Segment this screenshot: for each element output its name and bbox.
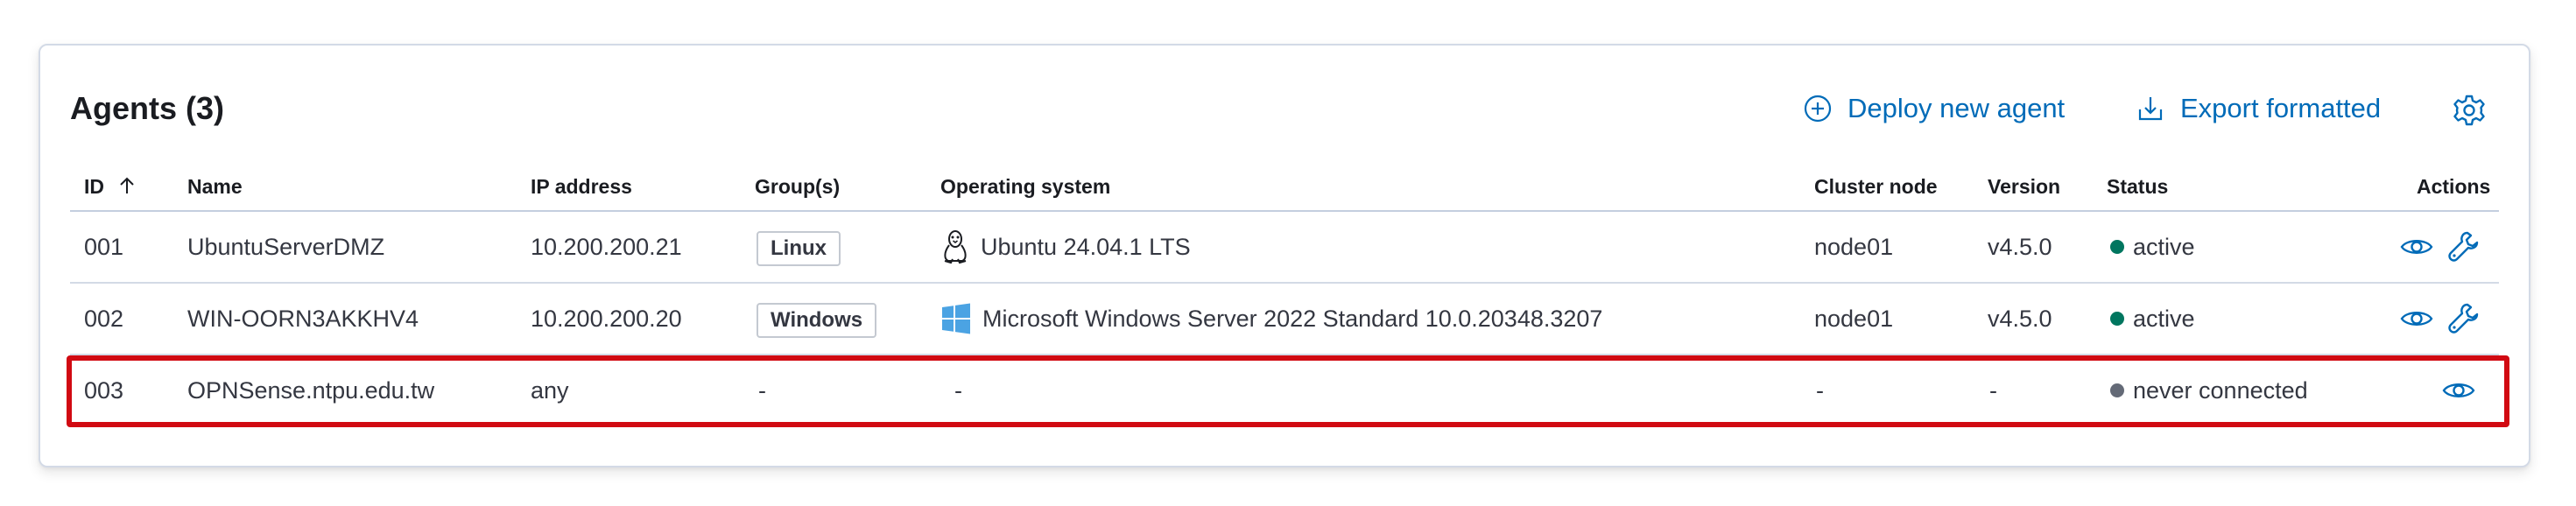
agent-id: 002 xyxy=(84,306,124,332)
agent-name: OPNSense.ntpu.edu.tw xyxy=(187,377,435,404)
status-label: active xyxy=(2133,234,2195,260)
plus-circle-icon xyxy=(1804,95,1832,123)
cluster-node: node01 xyxy=(1814,234,1894,260)
page-title: Agents (3) xyxy=(70,90,225,126)
os-name: - xyxy=(954,377,962,404)
column-header-os[interactable]: Operating system xyxy=(940,163,1110,210)
status-dot xyxy=(2110,312,2124,326)
status-dot xyxy=(2110,240,2124,254)
table-row[interactable]: 001 UbuntuServerDMZ 10.200.200.21 Linux … xyxy=(70,212,2499,284)
os-name: Ubuntu 24.04.1 LTS xyxy=(981,234,1191,260)
agent-name: WIN-OORN3AKKHV4 xyxy=(187,306,419,332)
windows-logo-icon xyxy=(942,303,970,334)
status-label: never connected xyxy=(2133,377,2308,404)
agent-configuration-button[interactable] xyxy=(2446,229,2481,264)
deploy-new-agent-label: Deploy new agent xyxy=(1848,93,2066,123)
gear-icon xyxy=(2453,95,2485,126)
status-dot xyxy=(2110,383,2124,397)
agent-id: 003 xyxy=(84,377,124,404)
agent-configuration-button[interactable] xyxy=(2446,301,2481,336)
status-badge: active xyxy=(2110,212,2195,282)
column-header-cluster-node[interactable]: Cluster node xyxy=(1814,163,1938,210)
agent-id: 001 xyxy=(84,234,124,260)
column-header-version[interactable]: Version xyxy=(1988,163,2060,210)
sort-ascending-icon xyxy=(120,177,135,193)
agent-ip: 10.200.200.20 xyxy=(531,306,682,332)
column-header-status[interactable]: Status xyxy=(2107,163,2168,210)
group-badge[interactable]: Windows xyxy=(757,303,877,338)
agent-ip: any xyxy=(531,377,569,404)
agent-version: v4.5.0 xyxy=(1988,306,2052,332)
export-formatted-button[interactable]: Export formatted xyxy=(2136,91,2381,126)
agent-ip: 10.200.200.21 xyxy=(531,234,682,260)
operating-system: Microsoft Windows Server 2022 Standard 1… xyxy=(940,284,1602,354)
agent-version: v4.5.0 xyxy=(1988,234,2052,260)
column-header-actions: Actions xyxy=(2417,175,2491,198)
status-badge: never connected xyxy=(2110,355,2308,425)
deploy-new-agent-button[interactable]: Deploy new agent xyxy=(1804,91,2065,126)
view-details-button[interactable] xyxy=(2399,229,2434,264)
view-details-button[interactable] xyxy=(2399,301,2434,336)
wrench-icon xyxy=(2448,303,2479,334)
column-header-id-label: ID xyxy=(84,175,104,198)
wrench-icon xyxy=(2448,231,2479,262)
eye-icon xyxy=(2442,383,2475,397)
table-settings-button[interactable] xyxy=(2452,93,2487,128)
cluster-node: node01 xyxy=(1814,306,1894,332)
group-badge[interactable]: Linux xyxy=(757,231,841,266)
column-header-id[interactable]: ID xyxy=(84,163,137,210)
download-icon xyxy=(2138,97,2163,121)
eye-icon xyxy=(2400,240,2433,254)
operating-system: Ubuntu 24.04.1 LTS xyxy=(940,212,1191,282)
os-name: Microsoft Windows Server 2022 Standard 1… xyxy=(982,306,1603,332)
view-details-button[interactable] xyxy=(2441,373,2476,408)
table-row[interactable]: 003 OPNSense.ntpu.edu.tw any - - - - nev… xyxy=(70,355,2499,427)
column-header-ip[interactable]: IP address xyxy=(531,163,632,210)
status-label: active xyxy=(2133,306,2195,332)
cluster-node: - xyxy=(1816,377,1824,404)
table-row[interactable]: 002 WIN-OORN3AKKHV4 10.200.200.20 Window… xyxy=(70,284,2499,355)
column-header-name[interactable]: Name xyxy=(187,163,243,210)
agent-name: UbuntuServerDMZ xyxy=(187,234,385,260)
eye-icon xyxy=(2400,312,2433,326)
export-formatted-label: Export formatted xyxy=(2180,93,2382,123)
agent-group: - xyxy=(758,377,766,404)
table-header: ID Name IP address Group(s) Operating sy… xyxy=(70,163,2499,212)
linux-tux-icon xyxy=(944,230,967,264)
status-badge: active xyxy=(2110,284,2195,354)
agent-version: - xyxy=(1989,377,1997,404)
column-header-groups[interactable]: Group(s) xyxy=(755,163,840,210)
